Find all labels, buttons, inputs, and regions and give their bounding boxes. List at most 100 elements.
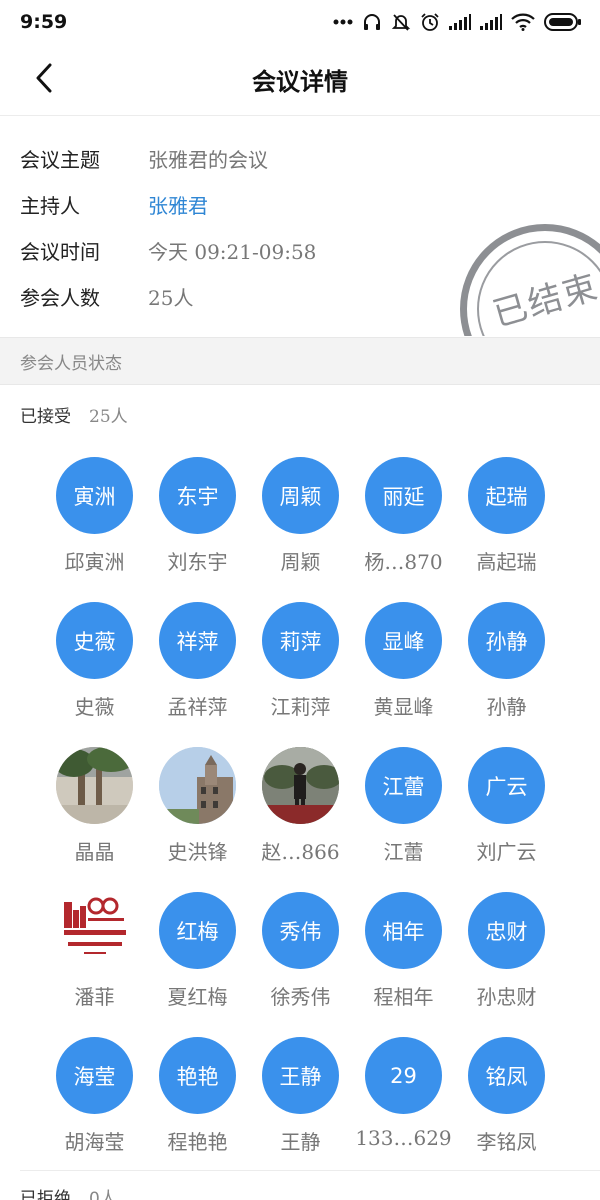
participant-name: 徐秀伟 [270, 985, 331, 1009]
more-dots-icon [333, 19, 353, 25]
participant-item[interactable]: 孙静 孙静 [455, 602, 558, 747]
tower-photo-avatar [159, 747, 236, 824]
participant-name: 133…629 [355, 1126, 452, 1150]
avatar: 红梅 [159, 892, 236, 969]
participant-item[interactable]: 江蕾 江蕾 [352, 747, 455, 892]
signal-icon-2 [480, 14, 502, 30]
page-title: 会议详情 [252, 68, 348, 96]
headset-icon [362, 12, 382, 32]
participant-item[interactable]: 祥萍 孟祥萍 [146, 602, 249, 747]
declined-count: 0人 [89, 1189, 117, 1200]
divider [20, 1170, 600, 1171]
avatar: 王静 [262, 1037, 339, 1114]
participant-name: 江莉萍 [270, 695, 331, 719]
participant-name: 杨…870 [364, 550, 443, 574]
avatar: 相年 [365, 892, 442, 969]
avatar: 孙静 [468, 602, 545, 679]
participant-item[interactable]: 东宇 刘东宇 [146, 457, 249, 602]
participant-name: 程相年 [373, 985, 434, 1009]
participant-name: 程艳艳 [167, 1130, 228, 1154]
time-label: 会议时间 [20, 240, 100, 264]
topic-value: 张雅君的会议 [148, 148, 268, 172]
avatar: 莉萍 [262, 602, 339, 679]
avatar: 起瑞 [468, 457, 545, 534]
participant-name: 晶晶 [74, 840, 115, 864]
status-icons [333, 12, 582, 32]
participant-name: 高起瑞 [476, 550, 537, 574]
avatar: 29 [365, 1037, 442, 1114]
participant-name: 史洪锋 [167, 840, 228, 864]
count-value: 25人 [148, 286, 194, 310]
wifi-icon [511, 13, 535, 31]
participant-item[interactable]: 晶晶 [43, 747, 146, 892]
participant-item[interactable]: 忠财 孙忠财 [455, 892, 558, 1037]
participant-item[interactable]: 广云 刘广云 [455, 747, 558, 892]
mute-icon [391, 12, 411, 32]
avatar: 广云 [468, 747, 545, 824]
info-row-time: 会议时间 今天 09:21-09:58 [20, 236, 316, 265]
status-time: 9:59 [20, 11, 68, 33]
meeting-info: 会议主题 张雅君的会议 主持人 张雅君 会议时间 今天 09:21-09:58 … [0, 116, 600, 336]
participant-name: 刘东宇 [167, 550, 228, 574]
participant-name: 邱寅洲 [64, 550, 125, 574]
accepted-count: 25人 [89, 407, 128, 427]
avatar: 东宇 [159, 457, 236, 534]
participant-item[interactable]: 29 133…629 [352, 1037, 455, 1182]
participant-grid: 寅洲 邱寅洲 东宇 刘东宇 周颖 周颖 丽延 杨…870 起瑞 高起瑞 史薇 史… [43, 457, 558, 1182]
participant-name: 孙忠财 [476, 985, 537, 1009]
participant-item[interactable]: 潘菲 [43, 892, 146, 1037]
participant-item[interactable]: 显峰 黄显峰 [352, 602, 455, 747]
participant-item[interactable]: 史洪锋 [146, 747, 249, 892]
participant-item[interactable]: 史薇 史薇 [43, 602, 146, 747]
participant-item[interactable]: 相年 程相年 [352, 892, 455, 1037]
signal-icon [449, 14, 471, 30]
avatar: 寅洲 [56, 457, 133, 534]
avatar: 显峰 [365, 602, 442, 679]
avatar: 海莹 [56, 1037, 133, 1114]
info-row-host: 主持人 张雅君 [20, 190, 208, 219]
info-row-count: 参会人数 25人 [20, 282, 193, 311]
participant-name: 潘菲 [74, 985, 115, 1009]
participant-item[interactable]: 周颖 周颖 [249, 457, 352, 602]
accepted-label: 已接受 [20, 407, 71, 427]
participant-item[interactable]: 海莹 胡海莹 [43, 1037, 146, 1182]
participant-name: 孙静 [486, 695, 527, 719]
ended-stamp: 已结束 [460, 224, 600, 336]
avatar: 周颖 [262, 457, 339, 534]
participant-item[interactable]: 起瑞 高起瑞 [455, 457, 558, 602]
participant-name: 史薇 [74, 695, 115, 719]
participant-item[interactable]: 铭凤 李铭凤 [455, 1037, 558, 1182]
participant-name: 夏红梅 [167, 985, 228, 1009]
participant-name: 胡海莹 [64, 1130, 125, 1154]
participant-item[interactable]: 秀伟 徐秀伟 [249, 892, 352, 1037]
anniversary-logo-avatar [56, 892, 133, 969]
host-label: 主持人 [20, 194, 80, 218]
avatar: 祥萍 [159, 602, 236, 679]
time-value: 今天 09:21-09:58 [148, 240, 317, 264]
avatar: 史薇 [56, 602, 133, 679]
declined-label: 已拒绝 [20, 1189, 71, 1200]
participant-item[interactable]: 赵…866 [249, 747, 352, 892]
participant-name: 孟祥萍 [167, 695, 228, 719]
avatar: 丽延 [365, 457, 442, 534]
topic-label: 会议主题 [20, 148, 100, 172]
participant-item[interactable]: 王静 王静 [249, 1037, 352, 1182]
participant-item[interactable]: 艳艳 程艳艳 [146, 1037, 249, 1182]
participant-name: 赵…866 [261, 840, 340, 864]
participant-item[interactable]: 红梅 夏红梅 [146, 892, 249, 1037]
declined-summary: 已拒绝 0人 [20, 1184, 117, 1200]
person-photo-avatar [262, 747, 339, 824]
participant-name: 王静 [280, 1130, 321, 1154]
avatar: 秀伟 [262, 892, 339, 969]
participant-item[interactable]: 莉萍 江莉萍 [249, 602, 352, 747]
participant-name: 黄显峰 [373, 695, 434, 719]
host-value[interactable]: 张雅君 [148, 190, 208, 219]
battery-icon [544, 12, 582, 32]
participant-item[interactable]: 寅洲 邱寅洲 [43, 457, 146, 602]
avatar: 铭凤 [468, 1037, 545, 1114]
participant-item[interactable]: 丽延 杨…870 [352, 457, 455, 602]
participant-name: 李铭凤 [476, 1130, 537, 1154]
alarm-icon [420, 12, 440, 32]
participant-name: 刘广云 [476, 840, 537, 864]
participant-name: 江蕾 [383, 840, 424, 864]
